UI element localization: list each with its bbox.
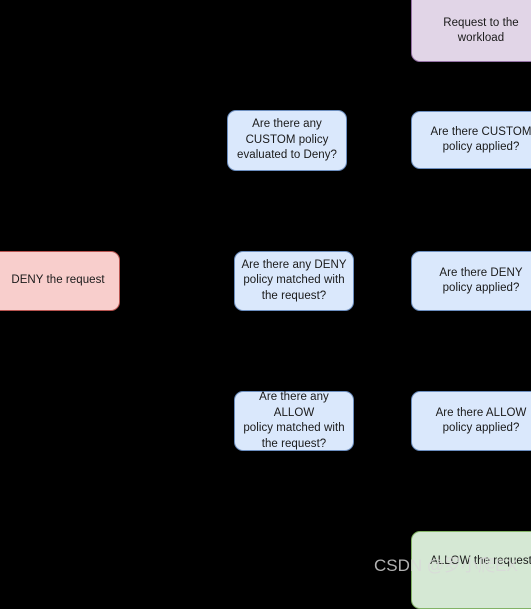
node-label: Are there ALLOW policy applied? (435, 406, 527, 435)
node-label: Are there any DENY policy matched with t… (241, 258, 347, 302)
node-label: Are there any ALLOW policy matched with … (243, 391, 345, 450)
node-are-there-allow-policy-applied[interactable]: Are there ALLOW policy applied? (411, 391, 531, 451)
node-label: Are there any CUSTOM policy evaluated to… (237, 118, 337, 162)
node-are-there-deny-policy-applied[interactable]: Are there DENY policy applied? (411, 251, 531, 311)
node-are-there-any-custom-policy-evaluated-to-deny[interactable]: Are there any CUSTOM policy evaluated to… (227, 110, 347, 171)
flowchart-canvas: Request to the workload Are there CUSTOM… (0, 0, 531, 609)
node-label: Are there CUSTOM policy applied? (430, 125, 531, 154)
node-are-there-any-deny-policy-matched-with-the-request[interactable]: Are there any DENY policy matched with t… (234, 251, 354, 311)
node-label: Are there DENY policy applied? (439, 266, 523, 295)
node-are-there-custom-policy-applied[interactable]: Are there CUSTOM policy applied? (411, 111, 531, 169)
node-allow-the-request[interactable]: ALLOW the request (411, 531, 531, 609)
node-deny-the-request[interactable]: DENY the request (0, 251, 120, 311)
node-request-to-the-workload[interactable]: Request to the workload (411, 0, 531, 62)
node-label: ALLOW the request (430, 555, 531, 567)
node-are-there-any-allow-policy-matched-with-the-request[interactable]: Are there any ALLOW policy matched with … (234, 391, 354, 451)
node-label: DENY the request (11, 274, 105, 287)
node-label: Request to the workload (443, 16, 519, 45)
